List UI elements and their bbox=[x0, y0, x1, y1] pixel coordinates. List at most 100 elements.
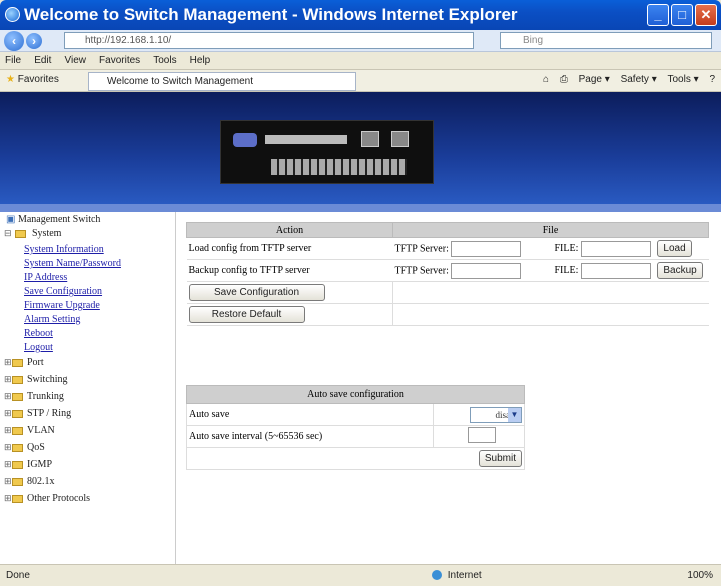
help-icon[interactable]: ? bbox=[709, 74, 715, 85]
page-menu[interactable]: Page ▾ bbox=[579, 74, 610, 85]
expand-icon: ⊞ bbox=[4, 408, 12, 418]
tree-node-other-protocols[interactable]: ⊞ Other Protocols bbox=[4, 493, 90, 504]
table-row: Save Configuration bbox=[186, 281, 709, 304]
forward-button[interactable]: › bbox=[26, 33, 42, 49]
table-row: Restore Default bbox=[186, 303, 709, 326]
tree-node-label: IGMP bbox=[27, 459, 53, 470]
security-zone: Internet bbox=[432, 570, 482, 581]
search-input[interactable]: Bing bbox=[500, 32, 712, 49]
tree-node-label: Switching bbox=[27, 374, 68, 385]
tree-node-qos[interactable]: ⊞ QoS bbox=[4, 442, 45, 453]
tree-node-label: Port bbox=[27, 357, 44, 368]
auto-save-header: Auto save configuration bbox=[186, 385, 525, 404]
header-file: File bbox=[392, 222, 709, 238]
sidebar-item-alarm-setting[interactable]: Alarm Setting bbox=[24, 314, 80, 325]
tree-node-label: 802.1x bbox=[27, 476, 55, 487]
sidebar-item-system-name-password[interactable]: System Name/Password bbox=[24, 258, 121, 269]
auto-save-select[interactable]: disable ▼ bbox=[470, 406, 522, 423]
sidebar-item-save-configuration[interactable]: Save Configuration bbox=[24, 286, 102, 297]
switch-banner bbox=[0, 92, 721, 212]
file-label: FILE: bbox=[554, 264, 579, 276]
expand-icon: ⊞ bbox=[4, 476, 12, 486]
status-text: Done bbox=[6, 570, 30, 581]
sidebar-item-system-information[interactable]: System Information bbox=[24, 244, 104, 255]
tree-node-label: QoS bbox=[27, 442, 45, 453]
auto-save-label: Auto save bbox=[186, 403, 434, 426]
submit-button[interactable]: Submit bbox=[478, 450, 522, 467]
menu-help[interactable]: Help bbox=[185, 52, 216, 69]
favorites-label: Favorites bbox=[17, 74, 59, 85]
save-configuration-button[interactable]: Save Configuration bbox=[188, 284, 325, 301]
back-button[interactable]: ‹ bbox=[4, 31, 24, 51]
tree-node-stp-ring[interactable]: ⊞ STP / Ring bbox=[4, 408, 71, 419]
zoom-control[interactable]: 100% bbox=[687, 570, 713, 581]
tree-node-label: Trunking bbox=[27, 391, 64, 402]
folder-icon bbox=[12, 494, 23, 503]
menu-view[interactable]: View bbox=[59, 52, 91, 69]
star-icon: ★ bbox=[6, 74, 15, 85]
sidebar-item-ip-address[interactable]: IP Address bbox=[24, 272, 67, 283]
header-action: Action bbox=[186, 222, 393, 238]
maximize-button[interactable]: □ bbox=[671, 4, 693, 26]
window-controls: _ □ ✕ bbox=[647, 4, 717, 26]
folder-icon bbox=[12, 443, 23, 452]
tree-node-system[interactable]: ⊟ System bbox=[4, 228, 61, 239]
table-row: Auto save disable ▼ bbox=[186, 403, 525, 426]
auto-save-interval-label: Auto save interval (5~65536 sec) bbox=[186, 425, 434, 448]
tree-node-vlan[interactable]: ⊞ VLAN bbox=[4, 425, 55, 436]
home-icon[interactable]: ⌂ bbox=[543, 74, 549, 85]
folder-icon bbox=[12, 426, 23, 435]
tree-node-label: Other Protocols bbox=[27, 493, 91, 504]
tftp-server-input-backup[interactable] bbox=[451, 262, 522, 279]
backup-button[interactable]: Backup bbox=[657, 262, 703, 279]
sidebar-item-logout[interactable]: Logout bbox=[24, 342, 53, 353]
auto-save-interval-input[interactable] bbox=[468, 427, 496, 443]
folder-icon bbox=[12, 358, 23, 367]
tree-root[interactable]: ▣ Management Switch bbox=[6, 214, 100, 225]
globe-icon bbox=[432, 570, 442, 581]
config-action-table: Action File Load config from TFTP server… bbox=[186, 222, 709, 326]
sidebar-item-reboot[interactable]: Reboot bbox=[24, 328, 53, 339]
tree-node-8021x[interactable]: ⊞ 802.1x bbox=[4, 476, 55, 487]
command-bar: ⌂ ⎙ Page ▾ Safety ▾ Tools ▾ ? bbox=[535, 74, 715, 85]
menu-favorites[interactable]: Favorites bbox=[94, 52, 145, 69]
tab-switch-management[interactable]: Welcome to Switch Management bbox=[88, 72, 356, 91]
minimize-button[interactable]: _ bbox=[647, 4, 669, 26]
table-row: Load config from TFTP server TFTP Server… bbox=[186, 237, 709, 260]
print-icon[interactable]: ⎙ bbox=[560, 74, 568, 85]
auto-save-table: Auto save configuration Auto save disabl… bbox=[186, 385, 525, 470]
menu-edit[interactable]: Edit bbox=[29, 52, 56, 69]
tftp-server-input-load[interactable] bbox=[451, 240, 522, 257]
load-config-label: Load config from TFTP server bbox=[186, 237, 393, 260]
menu-file[interactable]: File bbox=[0, 52, 26, 69]
table-row: Submit bbox=[186, 447, 525, 470]
folder-icon bbox=[14, 229, 26, 238]
tree-node-port[interactable]: ⊞ Port bbox=[4, 357, 44, 368]
tree-node-label: VLAN bbox=[27, 425, 55, 436]
file-input-backup[interactable] bbox=[580, 262, 651, 279]
sidebar-item-firmware-upgrade[interactable]: Firmware Upgrade bbox=[24, 300, 100, 311]
url-input[interactable]: http://192.168.1.10/ bbox=[64, 32, 474, 49]
tftp-server-label: TFTP Server: bbox=[394, 242, 449, 254]
expand-icon: ⊞ bbox=[4, 425, 12, 435]
favorites-button[interactable]: ★ Favorites bbox=[6, 74, 59, 85]
restore-default-button[interactable]: Restore Default bbox=[188, 306, 305, 323]
file-input-load[interactable] bbox=[580, 240, 651, 257]
sfp-port-icon bbox=[391, 131, 409, 147]
ie-logo-icon bbox=[5, 7, 20, 22]
tree-node-trunking[interactable]: ⊞ Trunking bbox=[4, 391, 64, 402]
expand-icon: ⊞ bbox=[4, 391, 12, 401]
backup-config-label: Backup config to TFTP server bbox=[186, 259, 393, 282]
tools-menu[interactable]: Tools ▾ bbox=[668, 74, 699, 85]
expand-icon: ⊞ bbox=[4, 357, 12, 367]
console-port-icon bbox=[233, 133, 257, 147]
menu-tools[interactable]: Tools bbox=[148, 52, 181, 69]
tree-node-switching[interactable]: ⊞ Switching bbox=[4, 374, 68, 385]
collapse-icon: ⊟ bbox=[4, 228, 12, 238]
close-button[interactable]: ✕ bbox=[695, 4, 717, 26]
address-bar: ‹ › http://192.168.1.10/ Bing bbox=[0, 30, 721, 52]
file-label: FILE: bbox=[554, 242, 579, 254]
tree-node-igmp[interactable]: ⊞ IGMP bbox=[4, 459, 52, 470]
safety-menu[interactable]: Safety ▾ bbox=[621, 74, 657, 85]
load-button[interactable]: Load bbox=[657, 240, 692, 257]
